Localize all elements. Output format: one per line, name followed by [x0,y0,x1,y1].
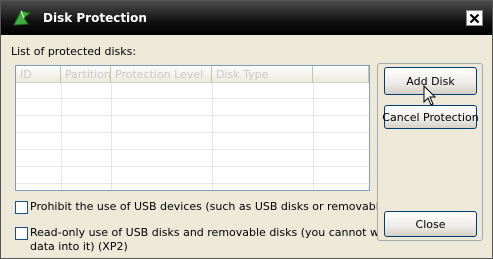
readonly-usb-label-line1: Read-only use of USB disks and removable… [30,226,398,239]
readonly-usb-label: Read-only use of USB disks and removable… [30,226,398,254]
table-row [16,117,369,133]
protected-disks-label: List of protected disks: [11,45,137,58]
table-row [16,134,369,150]
disk-protection-window: Disk Protection List of protected disks:… [0,0,493,259]
column-header-partition[interactable]: Partition [61,66,111,83]
cancel-protection-button[interactable]: Cancel Protection [382,105,479,129]
grid-line [212,83,213,190]
protected-disks-list[interactable]: ID Partition Protection Level Disk Type [15,65,370,191]
column-header-protection-level[interactable]: Protection Level [111,66,212,83]
list-header: ID Partition Protection Level Disk Type [16,66,369,83]
grid-line [111,83,112,190]
mouse-cursor-icon [423,85,437,106]
readonly-usb-option[interactable]: Read-only use of USB disks and removable… [15,226,398,254]
table-row [16,100,369,116]
column-header-disk-type[interactable]: Disk Type [212,66,313,83]
table-row [16,151,369,167]
prohibit-usb-label: Prohibit the use of USB devices (such as… [30,200,422,213]
table-row [16,83,369,99]
column-header-id[interactable]: ID [16,66,61,83]
readonly-usb-label-line2: data into it) (XP2) [30,240,128,253]
prohibit-usb-option[interactable]: Prohibit the use of USB devices (such as… [15,200,421,214]
title-bar[interactable]: Disk Protection [1,1,492,35]
grid-line [313,83,314,190]
readonly-usb-checkbox[interactable] [15,227,28,240]
table-row [16,168,369,184]
column-header-extra[interactable] [313,66,369,83]
close-button[interactable]: Close [384,211,477,237]
close-icon[interactable] [466,10,483,26]
grid-line [61,83,62,190]
window-title: Disk Protection [43,11,147,25]
green-bird-icon [13,10,32,26]
prohibit-usb-checkbox[interactable] [15,201,28,214]
